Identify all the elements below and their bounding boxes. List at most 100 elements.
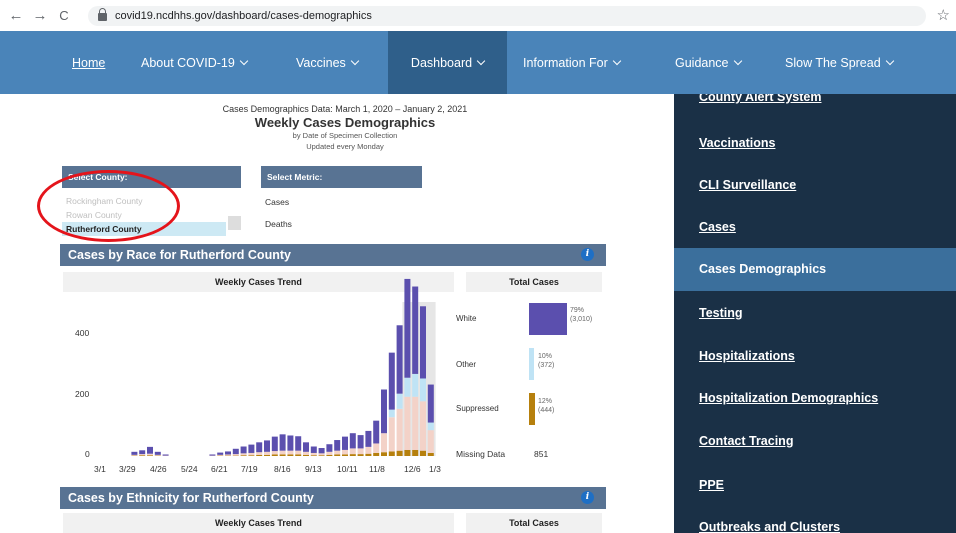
bar-missing-data[interactable] [131,454,138,456]
bar-white[interactable] [349,433,356,449]
bar-white[interactable] [232,448,239,455]
bar-missing-data[interactable] [334,450,341,455]
bar-missing-data[interactable] [240,453,247,456]
bar-suppressed[interactable] [357,454,364,456]
bar-white[interactable] [225,451,231,455]
bar-missing-data[interactable] [365,446,372,454]
bar-suppressed[interactable] [287,454,294,456]
bar-white[interactable] [334,440,341,451]
bar-white[interactable] [295,436,302,451]
bar-white[interactable] [365,430,372,447]
bar-missing-data[interactable] [295,450,302,455]
total-bar-suppressed[interactable] [529,393,535,425]
bar-white[interactable] [287,435,294,451]
bar-white[interactable] [427,384,434,423]
bar-suppressed[interactable] [264,454,270,456]
bar-suppressed[interactable] [381,452,387,456]
bar-missing-data[interactable] [373,443,380,453]
bar-other[interactable] [420,378,426,402]
bar-white[interactable] [342,436,348,450]
bar-suppressed[interactable] [349,454,356,456]
bar-white[interactable] [388,352,395,410]
bar-suppressed[interactable] [427,452,434,456]
bar-missing-data[interactable] [427,430,434,453]
bar-suppressed[interactable] [279,454,286,456]
bar-white[interactable] [271,436,278,452]
bar-missing-data[interactable] [256,452,263,455]
bar-white[interactable] [139,450,146,455]
bar-white[interactable] [256,442,263,453]
bar-missing-data[interactable] [225,454,231,456]
bar-missing-data[interactable] [318,453,325,456]
bar-suppressed[interactable] [420,450,426,456]
info-icon[interactable]: i [581,491,594,504]
bar-missing-data[interactable] [303,451,309,455]
bar-missing-data[interactable] [404,396,411,450]
bar-suppressed[interactable] [412,449,419,456]
bar-white[interactable] [420,306,426,379]
bar-missing-data[interactable] [279,450,286,455]
bar-white[interactable] [303,442,309,452]
total-bar-white[interactable] [529,303,567,335]
bar-white[interactable] [404,278,411,378]
bar-white[interactable] [131,451,138,455]
bar-suppressed[interactable] [342,454,348,456]
bar-missing-data[interactable] [147,453,153,456]
bar-white[interactable] [412,286,419,374]
bar-white[interactable] [154,451,161,455]
bar-white[interactable] [326,444,333,452]
bar-missing-data[interactable] [232,454,239,456]
bar-white[interactable] [310,446,317,453]
bar-missing-data[interactable] [357,448,364,455]
bar-suppressed[interactable] [404,449,411,456]
bar-white[interactable] [381,389,387,434]
bar-missing-data[interactable] [326,451,333,455]
bar-suppressed[interactable] [248,455,255,456]
bar-other[interactable] [404,377,411,397]
bar-suppressed[interactable] [388,451,395,456]
bar-missing-data[interactable] [412,396,419,450]
bar-missing-data[interactable] [271,451,278,455]
bar-other[interactable] [412,373,419,397]
bar-white[interactable] [162,454,169,456]
bar-missing-data[interactable] [381,433,387,453]
bar-missing-data[interactable] [349,448,356,455]
bar-suppressed[interactable] [373,452,380,456]
bar-missing-data[interactable] [310,452,317,456]
bar-white[interactable] [373,420,380,444]
bar-white[interactable] [217,452,224,455]
bar-suppressed[interactable] [271,454,278,456]
bar-white[interactable] [264,440,270,452]
bar-white[interactable] [147,446,153,454]
bar-white[interactable] [240,446,247,454]
bar-white[interactable] [248,444,255,453]
bar-other[interactable] [427,422,434,431]
bar-suppressed[interactable] [147,455,153,456]
bar-white[interactable] [396,325,403,394]
bar-suppressed[interactable] [240,455,247,456]
bar-missing-data[interactable] [139,454,146,456]
bar-other[interactable] [396,393,403,409]
bar-suppressed[interactable] [396,450,403,456]
bar-missing-data[interactable] [154,454,161,456]
bar-missing-data[interactable] [342,449,348,455]
bar-suppressed[interactable] [365,453,372,456]
bar-missing-data[interactable] [248,452,255,456]
bar-suppressed[interactable] [318,455,325,456]
bar-white[interactable] [209,454,216,456]
bar-missing-data[interactable] [396,408,403,451]
total-bar-other[interactable] [529,348,534,380]
bar-suppressed[interactable] [334,454,341,456]
bar-missing-data[interactable] [217,454,224,456]
bar-suppressed[interactable] [303,454,309,456]
bar-suppressed[interactable] [256,454,263,456]
bar-white[interactable] [279,434,286,451]
bar-missing-data[interactable] [287,450,294,455]
bar-white[interactable] [357,435,364,449]
bar-other[interactable] [388,409,395,418]
bar-suppressed[interactable] [326,454,333,456]
bar-suppressed[interactable] [310,455,317,456]
bar-white[interactable] [318,448,325,454]
bar-missing-data[interactable] [420,401,426,451]
bar-missing-data[interactable] [264,451,270,455]
